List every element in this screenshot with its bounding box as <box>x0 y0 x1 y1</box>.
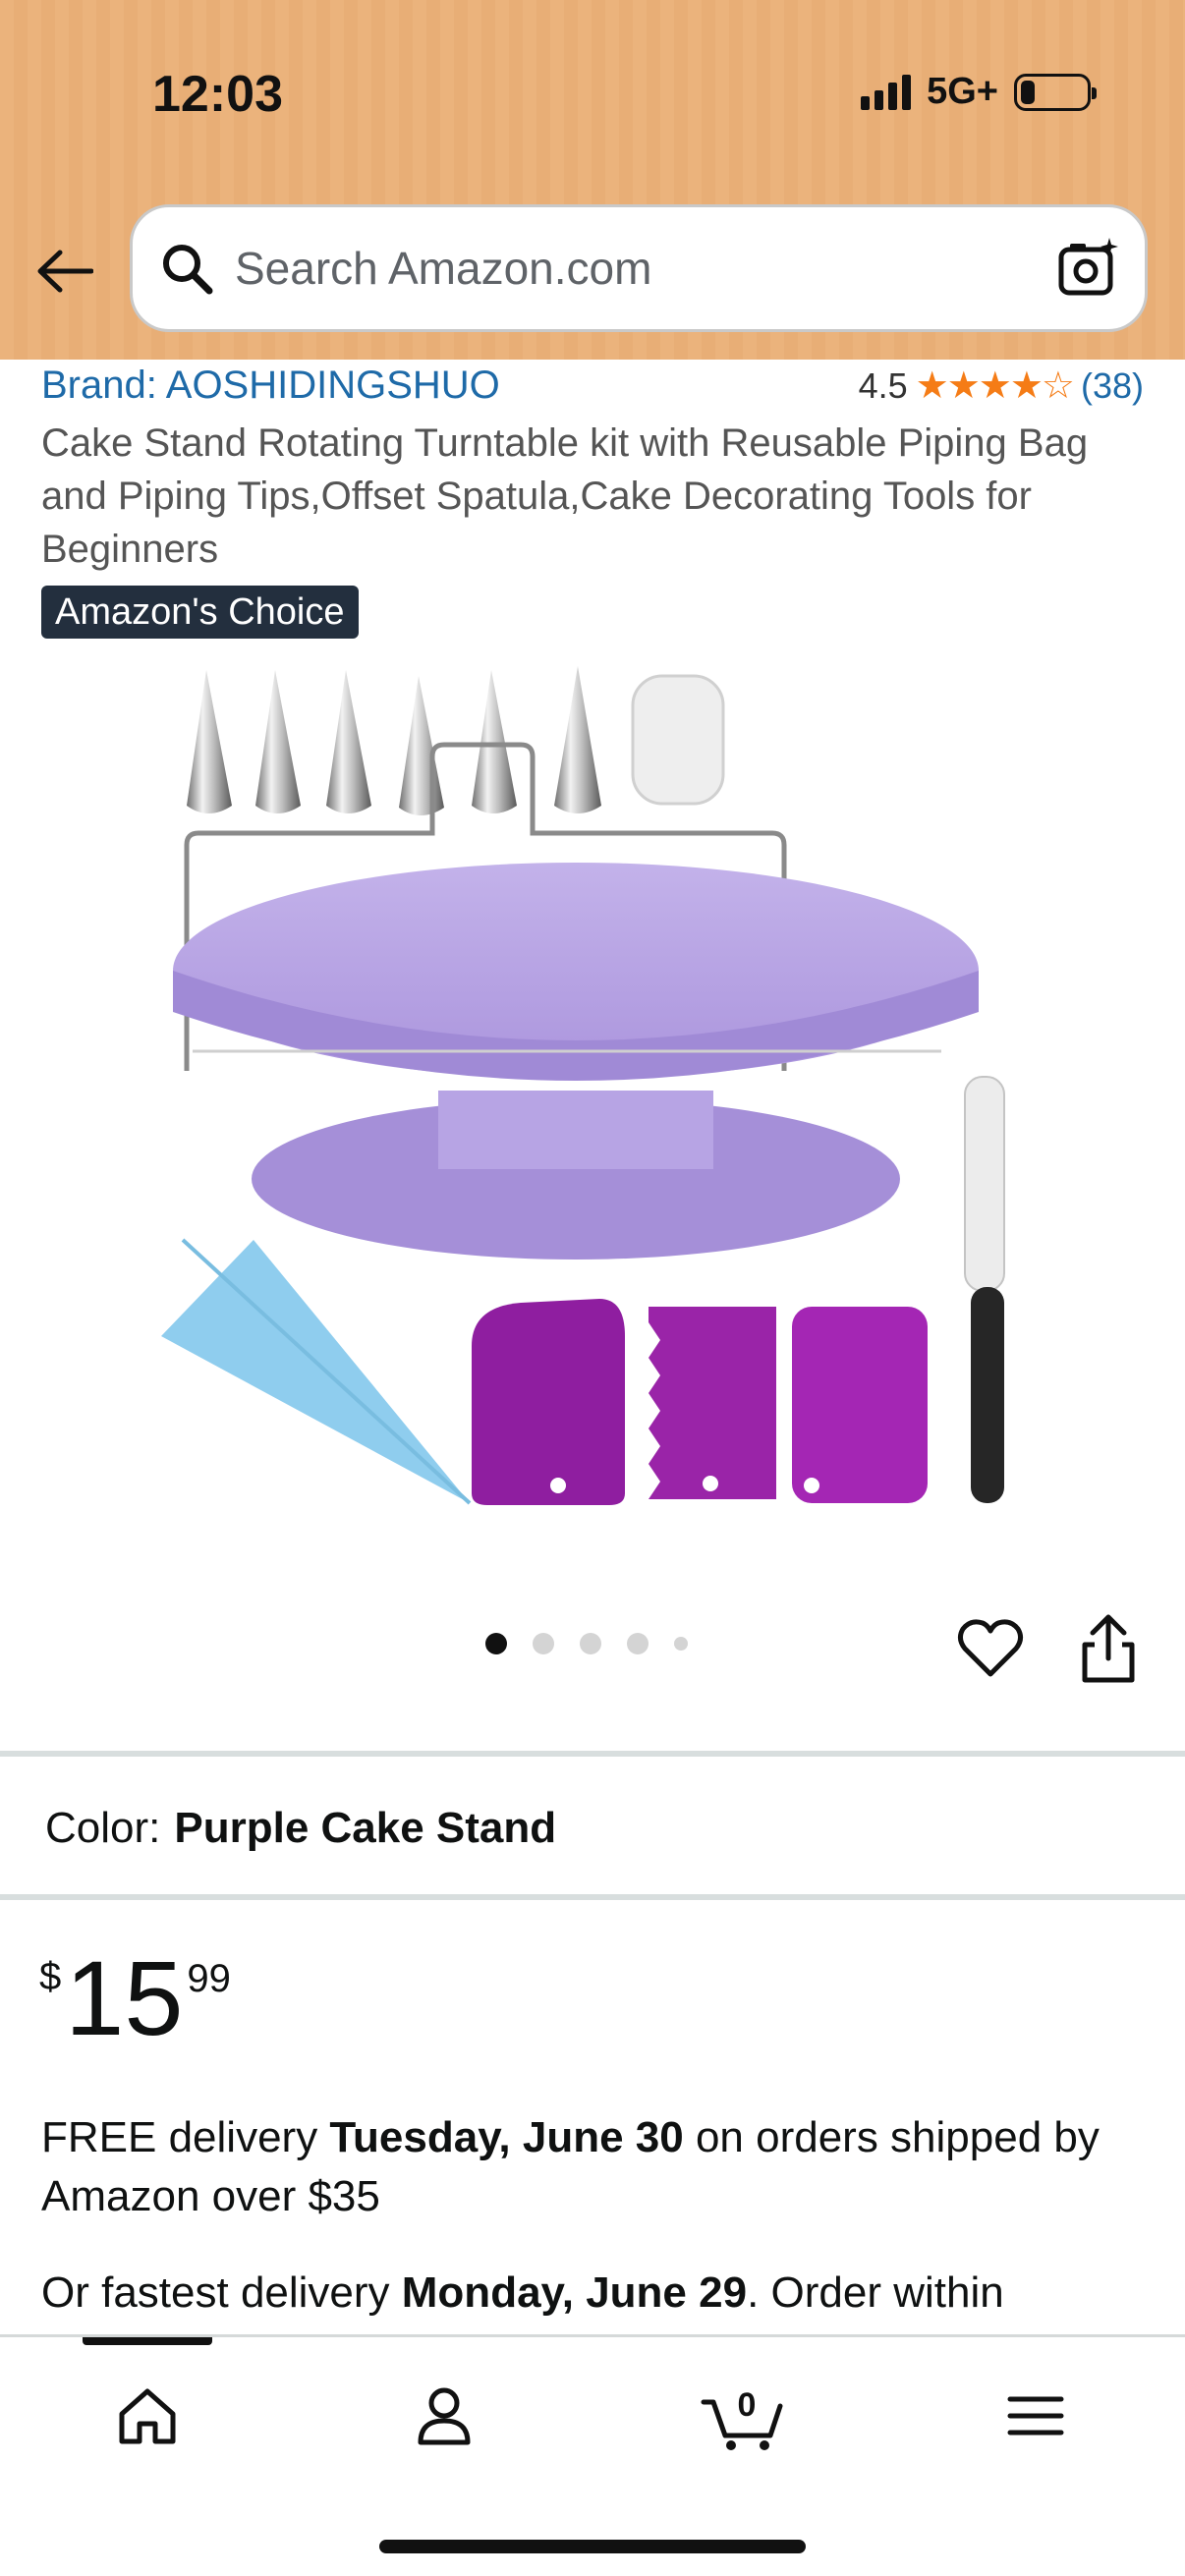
color-selection[interactable]: Color: Purple Cake Stand <box>45 1804 556 1853</box>
signal-icon <box>861 74 912 110</box>
rating-summary[interactable]: 4.5 ★★★★☆ (38) <box>859 364 1144 408</box>
nav-menu[interactable] <box>996 2377 1075 2455</box>
price-whole: 15 <box>65 1938 184 2057</box>
cake-turntable <box>173 863 979 1260</box>
back-button[interactable] <box>33 240 96 303</box>
price-fraction: 99 <box>187 1957 231 2000</box>
favorite-button[interactable] <box>955 1613 1026 1684</box>
offset-spatula <box>964 1076 1005 1503</box>
product-image[interactable] <box>147 658 1032 1542</box>
section-divider <box>0 1751 1185 1757</box>
brand-link[interactable]: Brand: AOSHIDINGSHUO <box>41 364 500 408</box>
piping-tips <box>187 666 725 815</box>
heart-icon <box>957 1619 1024 1677</box>
cart-icon: 0 <box>701 2386 783 2450</box>
search-bar[interactable] <box>130 204 1148 332</box>
status-time: 12:03 <box>152 66 283 123</box>
delivery-date: Tuesday, June 30 <box>329 2113 684 2161</box>
fastest-prefix: Or fastest delivery <box>41 2268 402 2317</box>
price: $ 15 99 <box>39 1945 231 2051</box>
price-currency: $ <box>39 1955 62 1998</box>
status-indicators: 5G+ <box>861 71 1097 113</box>
nav-account[interactable] <box>405 2377 483 2455</box>
product-title: Cake Stand Rotating Turntable kit with R… <box>41 421 1089 571</box>
back-arrow-icon <box>37 250 93 293</box>
amazons-choice-badge: Amazon's Choice <box>41 586 359 639</box>
carousel-dot[interactable] <box>580 1633 601 1654</box>
cart-count: 0 <box>738 2386 757 2424</box>
color-label: Color: <box>45 1804 161 1852</box>
rating-value: 4.5 <box>858 364 908 406</box>
header: 12:03 5G+ <box>0 0 1185 360</box>
account-icon <box>418 2387 471 2445</box>
battery-icon <box>1014 73 1097 111</box>
home-indicator <box>379 2540 806 2553</box>
carousel-dot[interactable] <box>533 1633 554 1654</box>
fastest-suffix: . Order within <box>747 2268 1004 2317</box>
home-icon <box>119 2388 176 2444</box>
rating-count[interactable]: (38) <box>1081 365 1144 407</box>
nav-cart[interactable]: 0 <box>700 2377 788 2455</box>
cake-scrapers <box>472 1299 928 1505</box>
section-divider <box>0 1894 1185 1900</box>
carousel-dot[interactable] <box>674 1637 688 1651</box>
search-icon <box>163 245 213 295</box>
bottom-nav: 0 <box>0 2334 1185 2576</box>
menu-icon <box>1007 2396 1064 2436</box>
fastest-date: Monday, June 29 <box>401 2268 748 2317</box>
piping-bag <box>161 1240 470 1503</box>
nav-home[interactable] <box>108 2377 187 2455</box>
color-value: Purple Cake Stand <box>174 1804 557 1852</box>
share-button[interactable] <box>1073 1611 1144 1686</box>
delivery-prefix: FREE delivery <box>41 2113 330 2161</box>
network-type: 5G+ <box>927 71 998 112</box>
delivery-info: FREE delivery Tuesday, June 30 on orders… <box>41 2108 1152 2226</box>
active-tab-indicator <box>83 2337 212 2345</box>
carousel-dot[interactable] <box>485 1633 507 1654</box>
star-rating-icon: ★★★★☆ <box>915 365 1075 407</box>
fastest-delivery-info: Or fastest delivery Monday, June 29. Ord… <box>41 2264 1161 2323</box>
image-carousel-dots[interactable] <box>485 1633 688 1654</box>
camera-search-icon[interactable] <box>1056 236 1121 301</box>
share-icon <box>1082 1614 1135 1683</box>
carousel-dot[interactable] <box>627 1633 649 1654</box>
search-input[interactable] <box>235 242 1056 295</box>
